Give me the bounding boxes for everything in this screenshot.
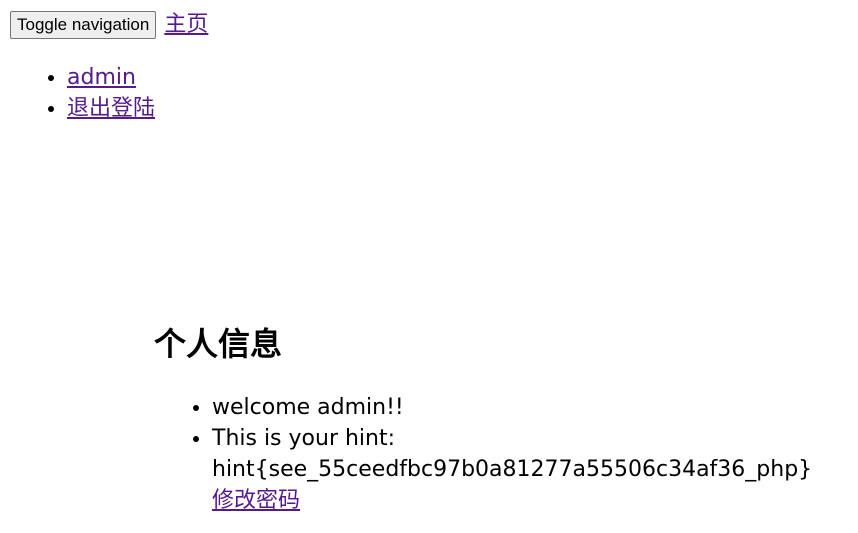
page: Toggle navigation 主页 admin 退出登陆 个人信息 wel… (0, 0, 858, 533)
logout-link[interactable]: 退出登陆 (67, 96, 155, 121)
user-menu-item-logout: 退出登陆 (67, 93, 155, 124)
user-menu: admin 退出登陆 (0, 62, 155, 124)
profile-section: 个人信息 welcome admin!! This is your hint: … (154, 318, 814, 516)
admin-link[interactable]: admin (67, 65, 136, 90)
hint-prefix: This is your hint: (212, 426, 396, 451)
home-link[interactable]: 主页 (164, 10, 208, 40)
hint-value: hint{see_55ceedfbc97b0a81277a55506c34af3… (212, 457, 813, 482)
profile-info-list: welcome admin!! This is your hint: hint{… (154, 392, 814, 516)
hint-item: This is your hint: hint{see_55ceedfbc97b… (212, 423, 814, 516)
top-navbar: Toggle navigation 主页 (10, 10, 208, 40)
profile-title: 个人信息 (154, 325, 283, 363)
welcome-item: welcome admin!! (212, 392, 814, 423)
user-menu-item-admin: admin (67, 62, 155, 93)
toggle-navigation-button[interactable]: Toggle navigation (10, 11, 157, 39)
change-password-link[interactable]: 修改密码 (212, 488, 300, 513)
